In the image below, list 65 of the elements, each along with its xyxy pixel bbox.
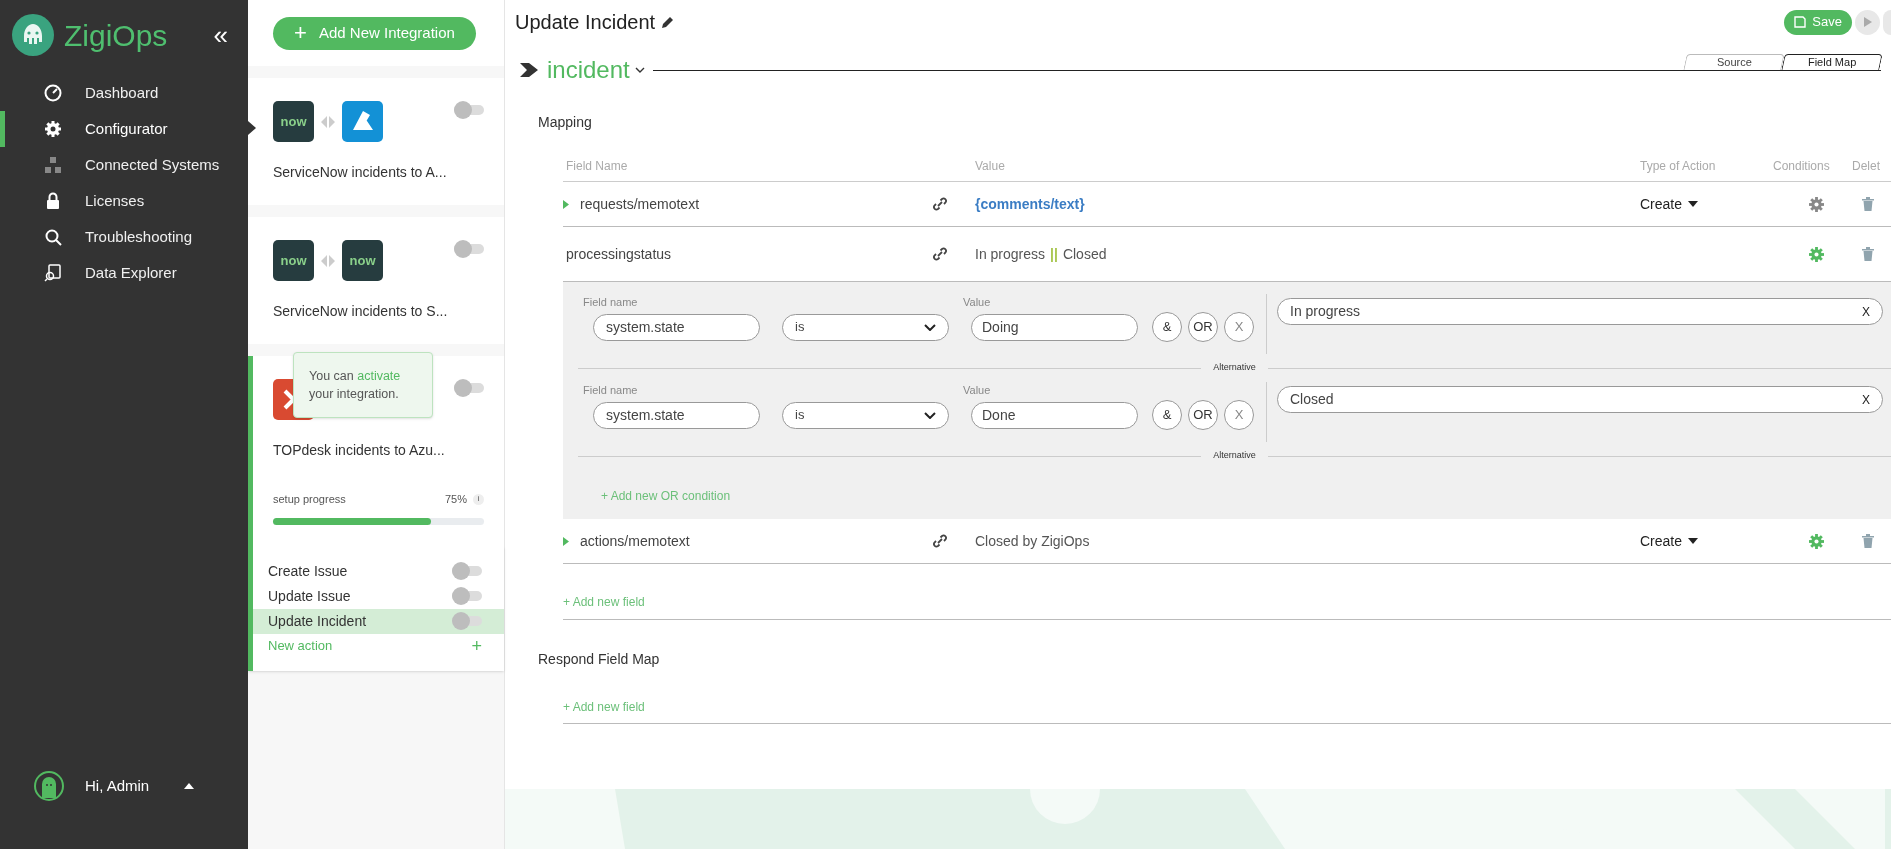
progress-percent: 75% xyxy=(444,492,467,507)
nav-item[interactable]: Troubleshooting xyxy=(0,219,248,255)
field-label: Field name xyxy=(583,383,639,398)
text-field[interactable]: system.state xyxy=(593,313,760,341)
collapse-button[interactable]: « xyxy=(213,22,228,48)
separator-text: || xyxy=(1050,244,1058,264)
servicenow-logo: now xyxy=(273,240,314,281)
tab[interactable]: Source xyxy=(1683,54,1785,70)
nav-item[interactable]: Data Explorer xyxy=(0,255,248,291)
nav-item[interactable]: Dashboard xyxy=(0,75,248,111)
separator-label: Alternative xyxy=(1212,361,1257,375)
value-text: Closed xyxy=(1062,244,1107,264)
action-item[interactable]: Create Issue xyxy=(253,558,504,584)
action-type-dropdown[interactable]: Create xyxy=(1640,193,1699,215)
nav-item[interactable]: Connected Systems xyxy=(0,147,248,183)
user-greeting[interactable]: Hi, Admin xyxy=(85,774,150,798)
column-header: Value xyxy=(975,158,1006,175)
action-item[interactable]: Update Issue xyxy=(253,583,504,609)
nav-item[interactable]: Licenses xyxy=(0,183,248,219)
clear-button[interactable]: X xyxy=(1862,302,1870,321)
section-title: Mapping xyxy=(538,113,592,132)
page-title: Update Incident xyxy=(515,10,656,35)
field-label: Value xyxy=(963,295,991,310)
servicenow-logo: now xyxy=(273,101,314,142)
tab[interactable]: Field Map xyxy=(1781,54,1883,70)
field-label: Field name xyxy=(583,295,639,310)
field-label: Value xyxy=(963,383,991,398)
result-field[interactable]: In progress X xyxy=(1277,298,1883,325)
section-title: Respond Field Map xyxy=(538,650,660,669)
field-name: actions/memotext xyxy=(580,531,690,551)
condition-button[interactable]: & xyxy=(1152,400,1182,430)
integration-card[interactable]: now ServiceNow incidents to A... xyxy=(248,78,504,205)
info-icon[interactable]: i xyxy=(473,493,484,505)
integration-name[interactable]: ServiceNow incidents to A... xyxy=(273,162,447,183)
operator-select[interactable]: is xyxy=(782,313,949,341)
servicenow-logo: now xyxy=(342,240,383,281)
field-name: processingstatus xyxy=(566,244,672,264)
column-header: Type of Action xyxy=(1640,158,1717,175)
text-field[interactable]: Done xyxy=(971,401,1138,429)
field-name: requests/memotext xyxy=(580,194,700,214)
integration-card[interactable]: now now ServiceNow incidents to S... xyxy=(248,217,504,344)
condition-button[interactable]: OR xyxy=(1188,312,1218,342)
result-field[interactable]: Closed X xyxy=(1277,386,1883,413)
progress-label: setup progress xyxy=(273,492,347,507)
integration-name[interactable]: TOPdesk incidents to Azu... xyxy=(273,440,445,461)
brand-name: ZigiOps xyxy=(64,17,169,54)
separator-label: Alternative xyxy=(1212,449,1257,463)
column-header: Delet xyxy=(1852,158,1881,175)
action-type-dropdown[interactable]: Create xyxy=(1640,530,1699,552)
condition-button[interactable]: X xyxy=(1224,312,1254,342)
action-item[interactable]: Update Incident xyxy=(253,608,504,634)
operator-select[interactable]: is xyxy=(782,401,949,429)
column-header: Conditions xyxy=(1773,158,1831,175)
condition-button[interactable]: X xyxy=(1224,400,1254,430)
field-reference: {comments/text} xyxy=(975,194,1085,214)
column-header: Field Name xyxy=(565,158,629,175)
condition-button[interactable]: & xyxy=(1152,312,1182,342)
text-field[interactable]: Doing xyxy=(971,313,1138,341)
tooltip-text: You can activate your integration. xyxy=(293,352,433,418)
clear-button[interactable]: X xyxy=(1862,390,1870,409)
value-text: In progress xyxy=(975,244,1046,264)
integration-name[interactable]: ServiceNow incidents to S... xyxy=(273,301,448,322)
condition-button[interactable]: OR xyxy=(1188,400,1218,430)
value-text: Closed by ZigiOps xyxy=(975,531,1090,551)
text-field[interactable]: system.state xyxy=(593,401,760,429)
